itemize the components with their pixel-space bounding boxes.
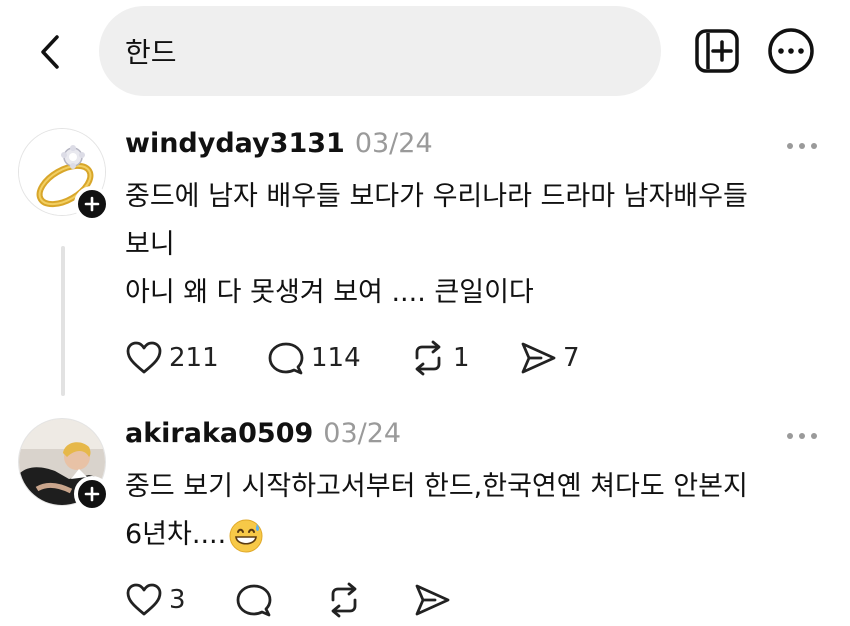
post-more-button[interactable] — [782, 426, 822, 446]
post-body: 중드 보기 시작하고서부터 한드,한국연옌 쳐다도 안본지 6년차.... — [125, 463, 815, 559]
more-options-button[interactable] — [766, 26, 816, 76]
like-button[interactable]: 211 — [125, 340, 267, 376]
more-circle-icon — [768, 28, 814, 74]
reply-count: 114 — [311, 343, 361, 373]
post-header: windyday3131 03/24 — [125, 128, 433, 159]
ellipsis-icon — [787, 143, 817, 149]
follow-button[interactable] — [74, 476, 110, 512]
plus-icon — [84, 196, 100, 212]
like-button[interactable]: 3 — [125, 582, 235, 618]
repost-button[interactable]: 1 — [409, 340, 519, 376]
send-icon — [521, 342, 556, 374]
post-text-line: 중드 보기 시작하고서부터 한드,한국연옌 쳐다도 안본지 — [125, 471, 748, 502]
post-more-button[interactable] — [782, 136, 822, 156]
share-count: 7 — [563, 343, 580, 373]
follow-button[interactable] — [74, 186, 110, 222]
post-text-line: 6년차.... — [125, 519, 227, 550]
post-header: akiraka0509 03/24 — [125, 418, 401, 449]
avatar-container[interactable] — [18, 128, 110, 222]
search-input[interactable]: 한드 — [99, 6, 661, 96]
post-text-line-with-emoji: 6년차.... — [125, 511, 815, 559]
reply-button[interactable]: 114 — [267, 340, 409, 376]
repost-count: 1 — [453, 343, 470, 373]
new-post-button[interactable] — [692, 26, 742, 76]
comment-icon — [268, 342, 304, 375]
post-text-line: 중드에 남자 배우들 보다가 우리나라 드라마 남자배우들 — [125, 181, 748, 212]
post-text-line: 보니 — [125, 229, 175, 260]
repost-button[interactable] — [325, 582, 413, 618]
username[interactable]: akiraka0509 — [125, 418, 313, 449]
share-button[interactable]: 7 — [519, 340, 629, 376]
post-text-line: 아니 왜 다 못생겨 보여 .... 큰일이다 — [125, 277, 534, 308]
post-actions: 3 — [125, 582, 473, 618]
post-actions: 211 114 1 7 — [125, 340, 629, 376]
comment-icon — [236, 584, 272, 617]
top-bar: 한드 — [0, 0, 850, 110]
username[interactable]: windyday3131 — [125, 128, 345, 159]
like-count: 211 — [169, 343, 219, 373]
timestamp: 03/24 — [354, 128, 433, 159]
repost-icon — [331, 582, 357, 618]
avatar-container[interactable] — [18, 418, 110, 512]
back-button[interactable] — [30, 30, 70, 74]
reply-button[interactable] — [235, 582, 325, 618]
chevron-left-icon — [41, 35, 59, 69]
send-icon — [415, 584, 450, 616]
post-body: 중드에 남자 배우들 보다가 우리나라 드라마 남자배우들 보니 아니 왜 다 … — [125, 173, 815, 317]
repost-icon — [415, 340, 441, 376]
heart-icon — [126, 341, 162, 374]
grinning-sweat-emoji-icon — [229, 519, 263, 552]
like-count: 3 — [169, 585, 186, 615]
plus-icon — [84, 486, 100, 502]
search-query: 한드 — [125, 36, 177, 69]
ellipsis-icon — [787, 433, 817, 439]
heart-icon — [126, 583, 162, 616]
thread-line — [61, 246, 65, 396]
timestamp: 03/24 — [323, 418, 402, 449]
share-button[interactable] — [413, 582, 473, 618]
add-post-icon — [695, 29, 739, 73]
